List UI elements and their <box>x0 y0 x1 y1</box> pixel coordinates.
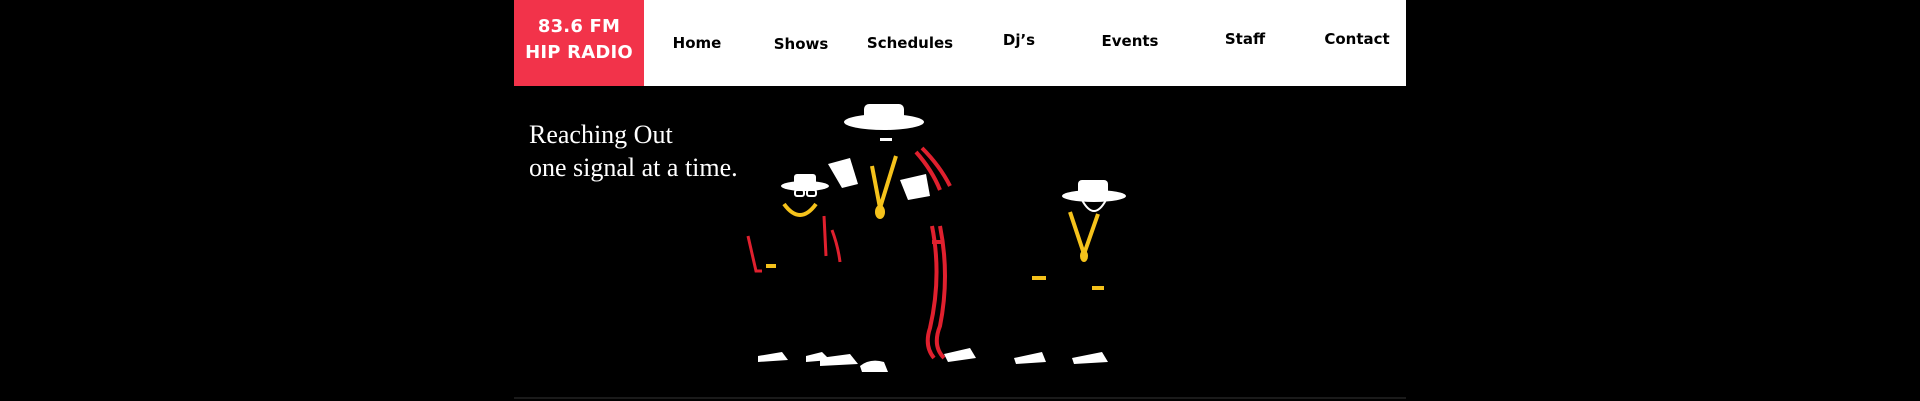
nav-djs-link[interactable]: Dj’s <box>1003 31 1035 49</box>
site-header: 83.6 FM HIP RADIO Home Shows Schedules D… <box>514 0 1406 86</box>
hero-illustration <box>746 104 1126 372</box>
nav-staff-link[interactable]: Staff <box>1225 30 1265 48</box>
left-figure <box>746 174 830 362</box>
nav-home-link[interactable]: Home <box>673 34 722 52</box>
nav-shows-link[interactable]: Shows <box>774 35 829 53</box>
logo-station-name: HIP RADIO <box>525 42 633 63</box>
right-figure <box>1014 180 1126 364</box>
station-logo[interactable]: 83.6 FM HIP RADIO <box>514 0 644 86</box>
center-figure <box>820 104 976 372</box>
nav-contact-link[interactable]: Contact <box>1324 30 1389 48</box>
logo-frequency: 83.6 FM <box>537 16 621 37</box>
nav-events-link[interactable]: Events <box>1102 32 1159 50</box>
hero-bottom-divider <box>514 397 1406 399</box>
page: 83.6 FM HIP RADIO Home Shows Schedules D… <box>0 0 1920 401</box>
nav-schedules-link[interactable]: Schedules <box>867 34 953 52</box>
